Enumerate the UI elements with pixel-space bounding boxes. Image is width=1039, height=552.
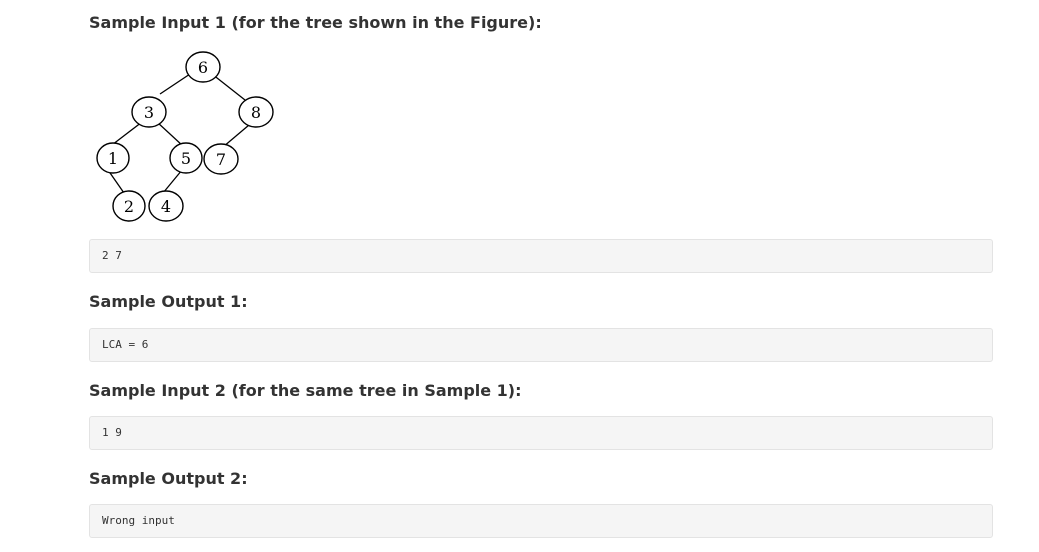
edge-8-7 bbox=[222, 124, 250, 148]
binary-tree-figure: 6 3 8 1 5 7 2 4 bbox=[90, 48, 280, 226]
svg-text:3: 3 bbox=[144, 103, 154, 122]
tree-node: 8 bbox=[238, 96, 274, 128]
tree-node: 1 bbox=[96, 142, 130, 174]
svg-text:2: 2 bbox=[124, 197, 134, 216]
edge-6-8 bbox=[211, 73, 246, 101]
sample-input-1-text: 2 7 bbox=[102, 249, 122, 262]
sample-output-2-code: Wrong input bbox=[89, 504, 993, 538]
svg-text:8: 8 bbox=[251, 103, 261, 122]
sample-output-1-code: LCA = 6 bbox=[89, 328, 993, 362]
edge-5-4 bbox=[162, 169, 183, 194]
sample-output-1-text: LCA = 6 bbox=[102, 338, 149, 351]
svg-text:7: 7 bbox=[216, 150, 226, 169]
sample-output-2-text: Wrong input bbox=[102, 514, 175, 527]
tree-node: 5 bbox=[169, 142, 203, 174]
sample-input-2-code: 1 9 bbox=[89, 416, 993, 450]
sample-output-2-heading: Sample Output 2: bbox=[89, 469, 248, 488]
tree-node: 3 bbox=[131, 96, 167, 128]
sample-input-1-heading: Sample Input 1 (for the tree shown in th… bbox=[89, 13, 542, 32]
tree-node: 6 bbox=[185, 51, 221, 83]
svg-text:6: 6 bbox=[198, 58, 208, 77]
tree-node: 7 bbox=[203, 143, 239, 175]
edge-3-5 bbox=[156, 121, 184, 147]
sample-input-1-code: 2 7 bbox=[89, 239, 993, 273]
edge-6-3 bbox=[159, 73, 191, 95]
tree-node: 2 bbox=[112, 190, 146, 222]
sample-input-2-text: 1 9 bbox=[102, 426, 122, 439]
svg-text:5: 5 bbox=[181, 149, 191, 168]
tree-node: 4 bbox=[148, 190, 184, 222]
sample-output-1-heading: Sample Output 1: bbox=[89, 292, 248, 311]
svg-text:1: 1 bbox=[108, 149, 118, 168]
sample-input-2-heading: Sample Input 2 (for the same tree in Sam… bbox=[89, 381, 522, 400]
svg-text:4: 4 bbox=[161, 197, 171, 216]
